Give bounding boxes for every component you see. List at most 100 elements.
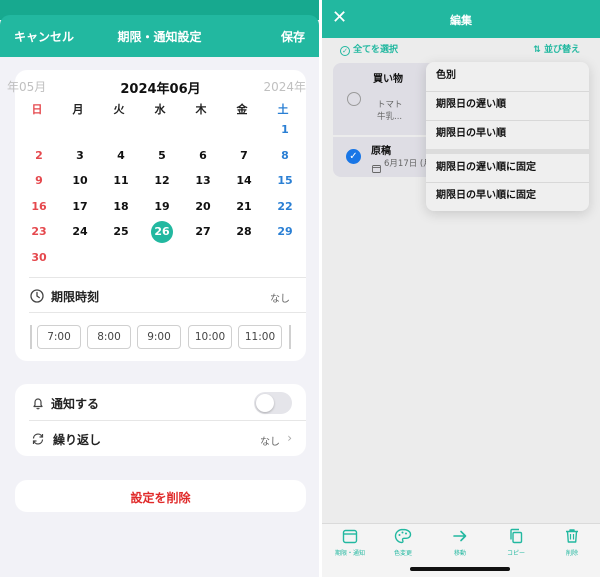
weekday-fri: 金 [236,103,248,116]
time-chip[interactable]: 11:00 [238,325,282,349]
calendar-day[interactable]: 24 [67,221,93,243]
calendar-day[interactable]: 16 [26,196,52,218]
edit-title: 編集 [450,14,472,27]
weekday-thu: 木 [195,103,207,116]
calendar-day[interactable]: 14 [231,170,257,192]
edit-panel: ✕ 編集 ✓ 全てを選択 ⇅ 並び替え 買い物 トマト 牛乳... ✓ 原稿 6… [322,0,600,577]
calendar-day[interactable]: 6 [190,145,216,167]
time-chip[interactable]: 8:00 [87,325,131,349]
calendar-day[interactable]: 21 [231,196,257,218]
trash-icon [544,528,600,546]
save-button[interactable]: 保存 [281,28,305,45]
calendar-day[interactable]: 27 [190,221,216,243]
unchecked-radio[interactable] [347,92,361,106]
divider [29,420,306,421]
deadline-notify-button[interactable]: 期限・通知 [322,528,378,557]
divider [29,312,306,313]
sort-menu-item[interactable]: 色別 [426,62,589,90]
calendar-icon [322,528,378,546]
toolbar-label: コピー [506,550,525,557]
divider [29,277,306,278]
weekday-sat: 土 [277,103,289,116]
calendar-day[interactable]: 20 [190,196,216,218]
calendar-day[interactable]: 17 [67,196,93,218]
toolbar-label: 色変更 [393,550,412,557]
sheet-header: キャンセル 期限・通知設定 保存 [0,15,319,57]
calendar-day[interactable]: 19 [149,196,175,218]
checkmark-icon[interactable]: ✓ [346,149,361,164]
calendar-day[interactable]: 23 [26,221,52,243]
sort-menu-item[interactable]: 期限日の遅い順 [426,91,589,119]
time-chip[interactable]: 10:00 [188,325,232,349]
toggle-knob [256,394,274,412]
delete-settings-button[interactable]: 設定を削除 [15,480,306,512]
sort-menu-item[interactable]: 期限日の早い順に固定 [426,182,589,210]
weekday-wed: 水 [154,103,166,116]
notification-card: 通知する 繰り返し なし › [15,384,306,456]
home-indicator [410,567,510,571]
toolbar-label: 移動 [453,550,466,557]
time-scroll-edge [289,325,291,349]
calendar-day[interactable]: 4 [108,145,134,167]
sheet-title: 期限・通知設定 [117,30,202,44]
calendar-day[interactable]: 22 [272,196,298,218]
sort-menu: 色別 期限日の遅い順 期限日の早い順 期限日の遅い順に固定 期限日の早い順に固定 [426,62,589,211]
copy-button[interactable]: コピー [488,528,544,557]
notify-label: 通知する [51,397,100,411]
calendar-day[interactable]: 18 [108,196,134,218]
current-month: 2024年06月 [120,82,201,97]
sort-label: 並び替え [543,45,580,55]
bell-icon [31,395,45,410]
sort-menu-item[interactable]: 期限日の遅い順に固定 [426,154,589,182]
calendar-day[interactable]: 7 [231,145,257,167]
calendar-card: 年05月 2024年06月 2024年 日 月 火 水 木 金 土 123456… [7,70,306,361]
calendar-day[interactable]: 2 [26,145,52,167]
calendar-day[interactable]: 12 [149,170,175,192]
calendar-small-icon [372,158,381,173]
deadline-time-value[interactable]: なし [270,290,290,305]
calendar-day[interactable]: 15 [272,170,298,192]
toolbar-label: 期限・通知 [334,550,365,557]
calendar-day[interactable]: 5 [149,145,175,167]
weekday-tue: 火 [113,103,125,116]
calendar-day[interactable]: 1 [272,119,298,141]
time-scroll-edge [30,325,32,349]
calendar-day[interactable]: 11 [108,170,134,192]
repeat-icon [31,431,45,445]
next-month[interactable]: 2024年 [263,78,306,95]
delete-button[interactable]: 削除 [544,528,600,557]
deadline-time-label: 期限時刻 [51,290,100,304]
sort-icon: ⇅ [533,45,541,55]
calendar-day[interactable]: 10 [67,170,93,192]
arrow-right-icon [432,528,488,546]
select-all-button[interactable]: ✓ 全てを選択 [340,42,398,56]
repeat-value[interactable]: なし [260,433,280,448]
calendar-day[interactable]: 9 [26,170,52,192]
copy-icon [488,528,544,546]
calendar-day[interactable]: 13 [190,170,216,192]
calendar-day[interactable]: 28 [231,221,257,243]
time-chip[interactable]: 7:00 [37,325,81,349]
weekday-sun: 日 [31,103,43,116]
sort-menu-item[interactable]: 期限日の早い順 [426,120,589,148]
chevron-right-icon: › [287,431,292,445]
calendar-day[interactable]: 8 [272,145,298,167]
clock-icon [30,288,44,303]
check-circle-icon: ✓ [340,46,350,56]
calendar-day-selected[interactable]: 26 [151,221,173,243]
delete-settings-label: 設定を削除 [130,491,191,505]
notify-toggle[interactable] [254,392,292,414]
month-navigation: 年05月 2024年06月 2024年 [7,78,306,97]
edit-header: ✕ 編集 [322,0,600,38]
color-change-button[interactable]: 色変更 [375,528,431,557]
palette-icon [375,528,431,546]
time-chip[interactable]: 9:00 [137,325,181,349]
calendar-day[interactable]: 3 [67,145,93,167]
calendar-day[interactable]: 29 [272,221,298,243]
item-subtitle: トマト 牛乳... [377,100,403,122]
move-button[interactable]: 移動 [432,528,488,557]
calendar-day[interactable]: 30 [26,247,52,269]
calendar-day[interactable]: 25 [108,221,134,243]
sort-button[interactable]: ⇅ 並び替え [533,42,580,55]
item-date: 6月17日 (月 [384,159,432,169]
